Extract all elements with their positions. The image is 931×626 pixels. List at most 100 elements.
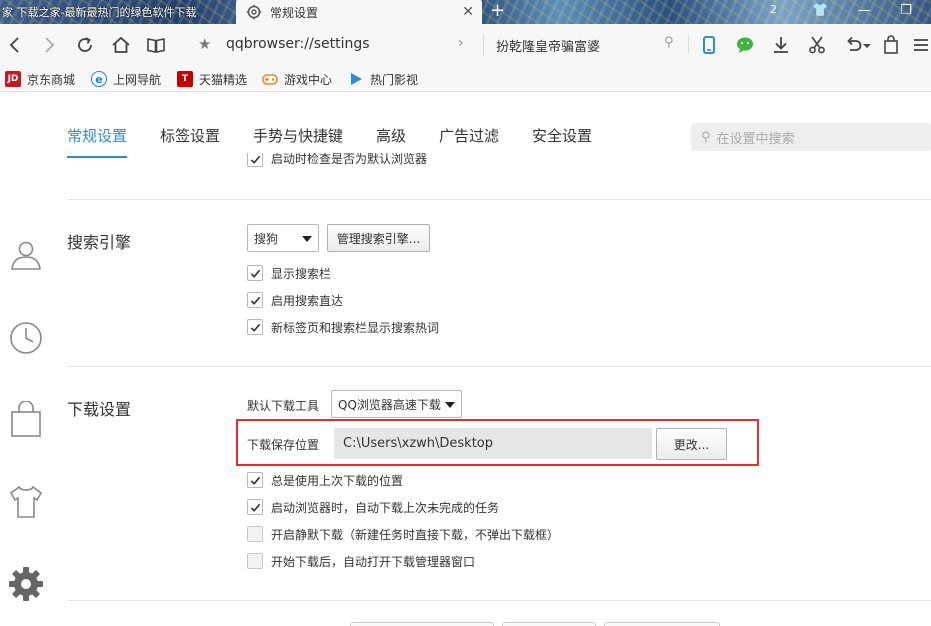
shirt-icon[interactable] <box>8 484 44 520</box>
bookmark-label: 上网导航 <box>113 72 162 87</box>
back-icon[interactable] <box>4 34 26 56</box>
gamepad-icon <box>262 71 278 87</box>
tab-ad-filter[interactable]: 广告过滤 <box>439 125 499 158</box>
settings-gear-icon[interactable] <box>8 566 44 602</box>
tab-count-badge[interactable]: 2 <box>770 3 777 16</box>
checkbox-row-search-direct[interactable]: 启用搜索直达 <box>247 291 343 309</box>
select-value: QQ浏览器高速下载 <box>338 397 441 412</box>
checkbox-label: 启动时检查是否为默认浏览器 <box>271 153 428 166</box>
search-input[interactable]: 扮乾隆皇帝骗富婆 <box>496 36 600 55</box>
default-download-tool-label: 默认下载工具 <box>247 399 320 413</box>
gear-icon <box>246 4 262 20</box>
menu-icon[interactable] <box>910 34 931 56</box>
search-engine-select[interactable]: 搜狗 <box>247 224 319 252</box>
tab-tabs[interactable]: 标签设置 <box>160 125 220 158</box>
bookmark-videos[interactable]: 热门影视 <box>348 70 418 88</box>
checkbox-row-default-browser[interactable]: 启动时检查是否为默认浏览器 <box>247 153 427 167</box>
tab-download-site[interactable]: 家 下载之家-最新最热门的绿色软件下载 <box>0 0 236 24</box>
tab-security[interactable]: 安全设置 <box>532 125 592 158</box>
tab-settings[interactable]: 常规设置 ✕ <box>236 0 482 24</box>
address-field[interactable]: qqbrowser://settings <box>226 36 370 52</box>
checkbox-label: 开启静默下载（新建任务时直接下载，不弹出下载框） <box>271 527 560 542</box>
tab-title: 常规设置 <box>270 5 319 20</box>
checkbox[interactable] <box>247 153 263 167</box>
bookmark-label: 热门影视 <box>370 72 419 87</box>
scissors-icon[interactable] <box>806 34 828 56</box>
checkbox[interactable] <box>247 526 263 542</box>
wechat-icon[interactable] <box>734 34 756 56</box>
bookmark-games[interactable]: 游戏中心 <box>262 70 332 88</box>
chevron-down-icon <box>302 236 312 242</box>
checkbox[interactable] <box>247 472 263 488</box>
bag-icon[interactable] <box>880 34 902 56</box>
checkbox-row-resume-downloads[interactable]: 启动浏览器时，自动下载上次未完成的任务 <box>247 498 499 516</box>
checkbox-label: 开始下载后，自动打开下载管理器窗口 <box>271 554 476 569</box>
checkbox-row-show-search-bar[interactable]: 显示搜索栏 <box>247 264 331 282</box>
navigation-bar: ★ qqbrowser://settings › 扮乾隆皇帝骗富婆 ⚲ <box>0 24 931 66</box>
search-placeholder: 在设置中搜索 <box>716 131 795 147</box>
section-title-download: 下载设置 <box>67 400 132 419</box>
checkbox-row-silent-download[interactable]: 开启静默下载（新建任务时直接下载，不弹出下载框） <box>247 525 559 543</box>
divider <box>67 199 931 200</box>
settings-search-input[interactable]: ⚲ 在设置中搜索 <box>691 123 931 151</box>
download-icon[interactable] <box>770 34 792 56</box>
checkbox-row-open-manager[interactable]: 开始下载后，自动打开下载管理器窗口 <box>247 552 475 570</box>
checkbox[interactable] <box>247 292 263 308</box>
mobile-icon[interactable] <box>698 34 720 56</box>
divider <box>483 34 484 56</box>
checkbox-label: 显示搜索栏 <box>271 266 332 281</box>
checkbox[interactable] <box>247 499 263 515</box>
restore-icon[interactable]: ❐ <box>898 3 914 19</box>
tab-strip: 家 下载之家-最新最热门的绿色软件下载 常规设置 ✕ + 2 👕 — ❐ <box>0 0 931 24</box>
clock-icon[interactable] <box>8 320 44 356</box>
ie-icon: e <box>91 71 107 87</box>
home-icon[interactable] <box>110 34 132 56</box>
reading-mode-icon[interactable] <box>145 34 167 56</box>
checkbox-label: 启用搜索直达 <box>271 293 344 308</box>
user-icon[interactable] <box>8 237 44 273</box>
checkbox[interactable] <box>247 265 263 281</box>
checkbox[interactable] <box>247 319 263 335</box>
bookmark-star-icon[interactable]: ★ <box>198 35 211 53</box>
bookmark-nav[interactable]: e 上网导航 <box>91 70 161 88</box>
bookmark-jd[interactable]: JD 京东商城 <box>5 70 75 88</box>
refresh-icon[interactable] <box>74 34 96 56</box>
divider <box>67 600 931 601</box>
jd-icon: JD <box>5 71 21 87</box>
checkbox[interactable] <box>247 553 263 569</box>
divider <box>67 366 931 367</box>
search-icon: ⚲ <box>701 129 711 145</box>
manage-search-engines-button[interactable]: 管理搜索引擎... <box>327 224 430 252</box>
divider <box>688 36 689 54</box>
new-tab-icon[interactable]: + <box>490 0 505 22</box>
checkbox-label: 启动浏览器时，自动下载上次未完成的任务 <box>271 500 500 515</box>
checkbox-row-last-location[interactable]: 总是使用上次下载的位置 <box>247 471 403 489</box>
section-title-search-engine: 搜索引擎 <box>67 233 132 252</box>
bookmark-label: 京东商城 <box>27 72 76 87</box>
minimize-icon[interactable]: — <box>856 3 872 19</box>
bookmark-tmall[interactable]: T 天猫精选 <box>177 70 247 88</box>
download-tool-select[interactable]: QQ浏览器高速下载 <box>331 390 462 418</box>
checkbox-label: 总是使用上次下载的位置 <box>271 473 404 488</box>
tmall-icon: T <box>177 71 193 87</box>
footer-button[interactable] <box>604 622 720 626</box>
footer-button[interactable] <box>350 622 494 626</box>
undo-icon[interactable] <box>842 34 864 56</box>
chevron-down-icon[interactable] <box>862 34 872 56</box>
bookmark-label: 天猫精选 <box>199 72 248 87</box>
highlight-box <box>236 419 759 466</box>
chevron-right-icon[interactable]: › <box>458 35 464 51</box>
tab-general[interactable]: 常规设置 <box>67 125 128 158</box>
shirt-icon[interactable]: 👕 <box>812 3 828 19</box>
bag-icon[interactable] <box>8 400 44 437</box>
forward-icon[interactable] <box>38 34 60 56</box>
play-icon <box>348 71 364 87</box>
search-icon[interactable]: ⚲ <box>664 35 674 50</box>
footer-button[interactable] <box>502 622 596 626</box>
checkbox-label: 新标签页和搜索栏显示搜索热词 <box>271 320 440 335</box>
checkbox-row-hot-words[interactable]: 新标签页和搜索栏显示搜索热词 <box>247 318 439 336</box>
close-tab-icon[interactable]: ✕ <box>462 4 474 20</box>
bookmarks-bar: JD 京东商城 e 上网导航 T 天猫精选 游戏中心 热门影视 <box>0 66 931 92</box>
bookmark-label: 游戏中心 <box>284 72 333 87</box>
select-value: 搜狗 <box>254 231 279 246</box>
